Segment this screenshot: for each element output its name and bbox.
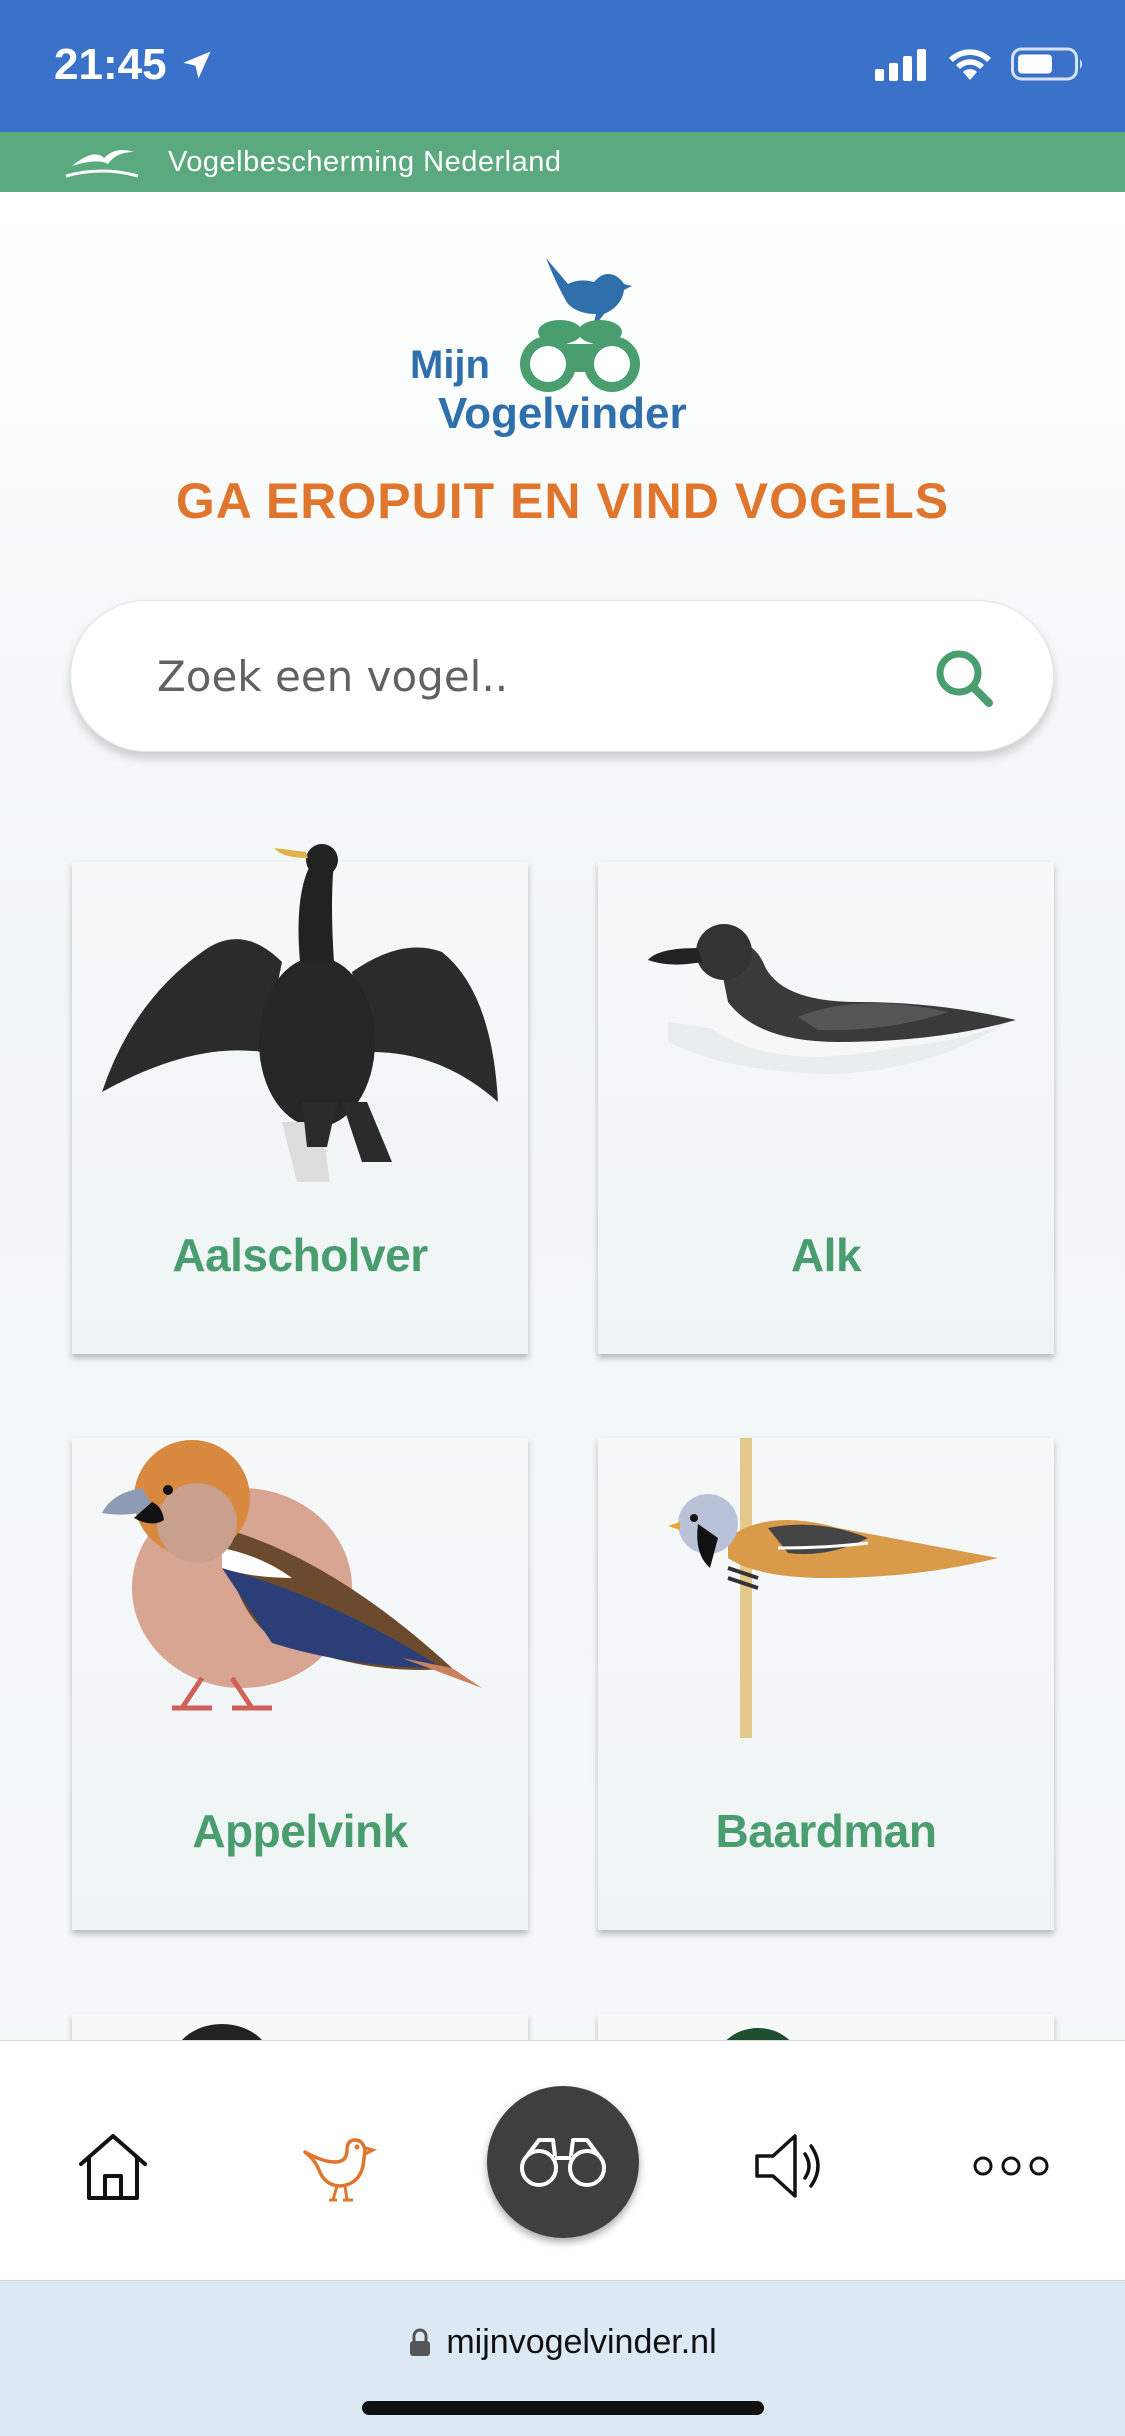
clock: 21:45 — [54, 40, 167, 89]
logo-text-mijn: Mijn — [410, 343, 490, 387]
lock-icon — [410, 2328, 431, 2356]
binoculars-icon — [520, 2138, 606, 2187]
home-indicator[interactable] — [362, 2401, 764, 2415]
organization-name: Vogelbescherming Nederland — [168, 145, 562, 178]
bird-name: Aalscholver — [172, 1229, 428, 1281]
url-display[interactable]: mijnvogelvinder.nl — [0, 2323, 1125, 2362]
mijn-vogelvinder-logo[interactable]: Mijn Vogelvinder — [408, 248, 728, 448]
vogelbescherming-bird-logo-icon — [65, 150, 139, 178]
location-arrow-icon — [183, 51, 211, 79]
status-bar: 21:45 — [0, 0, 1125, 132]
bird-card-alk[interactable]: Alk — [598, 862, 1054, 1354]
bird-name: Appelvink — [192, 1805, 408, 1857]
home-icon — [79, 2134, 147, 2200]
bird-card-aalscholver[interactable]: Aalscholver — [72, 844, 528, 1354]
status-icons — [875, 46, 1085, 82]
tagline: GA EROPUIT EN VIND VOGELS — [175, 473, 950, 529]
speaker-icon — [755, 2134, 820, 2198]
tab-sounds[interactable] — [742, 2121, 832, 2211]
bird-card-appelvink[interactable]: Appelvink — [72, 1438, 528, 1930]
search-input[interactable] — [157, 651, 877, 701]
url-text: mijnvogelvinder.nl — [446, 2323, 717, 2361]
tab-more[interactable] — [966, 2121, 1056, 2211]
razorbill-illustration — [648, 924, 1016, 1074]
bird-name: Baardman — [715, 1805, 937, 1857]
main-content[interactable]: Mijn Vogelvinder GA EROPUIT EN VIND VOGE… — [0, 192, 1125, 2040]
cellular-signal-icon — [875, 49, 926, 81]
hawfinch-illustration — [102, 1440, 482, 1711]
bird-icon — [303, 2138, 377, 2202]
organization-bar[interactable]: Vogelbescherming Nederland — [0, 132, 1125, 192]
bottom-navigation — [0, 2040, 1125, 2280]
search-bar[interactable] — [70, 600, 1054, 752]
battery-icon — [1011, 47, 1082, 81]
bird-name: Alk — [790, 1229, 862, 1281]
bird-card-5[interactable] — [72, 2014, 528, 2040]
more-icon — [973, 2156, 1049, 2176]
logo-text-vogelvinder: Vogelvinder — [438, 389, 687, 438]
tab-spotting[interactable] — [487, 2086, 639, 2238]
bird-card-6[interactable] — [598, 2014, 1054, 2040]
starling-illustration — [182, 2024, 262, 2040]
tab-home[interactable] — [68, 2121, 158, 2211]
tab-birds[interactable] — [292, 2121, 382, 2211]
duck-illustration — [726, 2028, 790, 2040]
bearded-reedling-illustration — [668, 1438, 998, 1738]
wifi-icon — [949, 49, 991, 80]
browser-url-bar[interactable]: mijnvogelvinder.nl — [0, 2280, 1125, 2436]
bird-card-baardman[interactable]: Baardman — [598, 1438, 1054, 1930]
search-icon[interactable] — [929, 643, 999, 713]
cormorant-illustration — [102, 844, 498, 1182]
status-time: 21:45 — [54, 40, 215, 90]
